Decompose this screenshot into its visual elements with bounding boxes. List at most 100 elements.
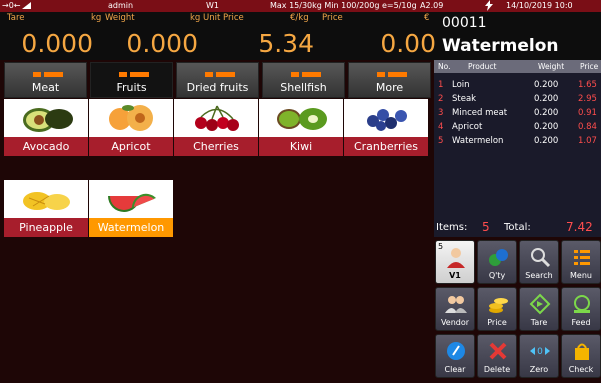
item-watermelon[interactable]: Watermelon	[89, 180, 173, 237]
button-label: Menu	[570, 271, 592, 280]
button-label: Vendor	[440, 318, 470, 327]
row-price: 1.07	[578, 136, 597, 146]
category-label: Meat	[31, 81, 60, 94]
items-label: Items:	[436, 222, 468, 233]
row-price: 0.91	[578, 108, 597, 118]
avocado-image	[4, 99, 88, 137]
item-kiwi[interactable]: Kiwi	[259, 99, 343, 156]
weight-label: Weight	[105, 13, 135, 23]
row-weight: 0.200	[534, 108, 559, 118]
menu-button[interactable]: Menu	[561, 240, 601, 284]
item-pineapple[interactable]: Pineapple	[4, 180, 88, 237]
header-price: Price	[580, 62, 599, 71]
price-unit: €	[424, 13, 430, 23]
item-label: Kiwi	[259, 137, 343, 156]
tare-button[interactable]: Tare	[519, 287, 559, 331]
category-label: More	[375, 81, 404, 94]
check-icon	[575, 343, 589, 360]
header-weight: Weight	[538, 62, 565, 71]
item-cherries[interactable]: Cherries	[174, 99, 258, 156]
user-name: admin	[108, 1, 134, 10]
header-no: No.	[438, 62, 451, 71]
weight-display: Tare kg Weight kg Unit Price €/kg Price …	[0, 12, 436, 60]
feed-button[interactable]: Feed	[561, 287, 601, 331]
total-value: 7.42	[566, 220, 593, 234]
price-button[interactable]: Price	[477, 287, 517, 331]
row-product: Apricot	[452, 122, 483, 132]
button-label: Delete	[483, 365, 511, 374]
row-no: 2	[438, 94, 444, 104]
header-product: Product	[468, 62, 497, 71]
search-button[interactable]: Search	[519, 240, 559, 284]
row-price: 2.95	[578, 94, 597, 104]
item-label: Apricot	[89, 137, 173, 156]
button-label: Search	[525, 271, 553, 280]
category-fruits[interactable]: Fruits	[90, 62, 173, 98]
list-item[interactable]: 4 Apricot 0.200 0.84	[434, 122, 601, 135]
row-weight: 0.200	[534, 80, 559, 90]
category-icon	[291, 72, 321, 77]
category-label: Fruits	[116, 81, 147, 94]
operator-v1-button[interactable]: 5 V1	[435, 240, 475, 284]
list-item[interactable]: 3 Minced meat 0.200 0.91	[434, 108, 601, 121]
item-avocado[interactable]: Avocado	[4, 99, 88, 156]
row-price: 1.65	[578, 80, 597, 90]
row-product: Steak	[452, 94, 477, 104]
item-label: Pineapple	[4, 218, 88, 237]
item-label: Cranberries	[344, 137, 428, 156]
svg-text:0: 0	[537, 347, 543, 357]
row-weight: 0.200	[534, 94, 559, 104]
row-no: 5	[438, 136, 444, 146]
delete-icon	[489, 342, 507, 360]
firmware-code: A2.09	[420, 1, 444, 10]
weight-value: 0.000	[126, 29, 198, 58]
item-label: Watermelon	[89, 218, 173, 237]
list-item[interactable]: 2 Steak 0.200 2.95	[434, 94, 601, 107]
row-product: Minced meat	[452, 108, 508, 118]
check-button[interactable]: Check	[561, 334, 601, 378]
category-more[interactable]: More	[348, 62, 431, 98]
category-icon	[205, 72, 235, 77]
scale-range: Max 15/30kg Min 100/200g e=5/10g	[270, 1, 417, 10]
item-label: Avocado	[4, 137, 88, 156]
list-item[interactable]: 1 Loin 0.200 1.65	[434, 80, 601, 93]
button-label: Clear	[444, 365, 466, 374]
vendor-icon	[445, 296, 467, 313]
vendor-button[interactable]: Vendor	[435, 287, 475, 331]
menu-icon	[574, 250, 590, 265]
device-name: W1	[206, 1, 219, 10]
unit-price-label: Unit Price	[203, 13, 244, 23]
row-weight: 0.200	[534, 136, 559, 146]
item-apricot[interactable]: Apricot	[89, 99, 173, 156]
item-cranberries[interactable]: Cranberries	[344, 99, 428, 156]
coins-icon	[489, 298, 508, 313]
total-label: Total:	[504, 222, 531, 233]
button-label: Price	[487, 318, 507, 327]
delete-button[interactable]: Delete	[477, 334, 517, 378]
category-shellfish[interactable]: Shellfish	[262, 62, 345, 98]
category-icon	[119, 72, 149, 77]
apricot-image	[89, 99, 173, 137]
price-label: Price	[322, 13, 343, 23]
tare-icon	[529, 293, 551, 315]
list-item[interactable]: 5 Watermelon 0.200 1.07	[434, 136, 601, 149]
button-label: Tare	[530, 318, 548, 327]
button-label: Q'ty	[488, 271, 506, 280]
button-label: V1	[449, 271, 461, 280]
datetime: 14/10/2019 10:0	[506, 1, 573, 10]
user-icon	[447, 248, 465, 268]
row-weight: 0.200	[534, 122, 559, 132]
totals-bar: Items: 5 Total: 7.42	[434, 220, 601, 236]
qty-button[interactable]: Q'ty	[477, 240, 517, 284]
feed-icon	[574, 295, 590, 313]
row-product: Watermelon	[452, 136, 504, 146]
tare-unit: kg	[91, 13, 102, 23]
category-meat[interactable]: Meat	[4, 62, 87, 98]
clear-button[interactable]: Clear	[435, 334, 475, 378]
button-label: Check	[568, 365, 594, 374]
zero-button[interactable]: 0 Zero	[519, 334, 559, 378]
category-dried-fruits[interactable]: Dried fruits	[176, 62, 259, 98]
transaction-list: No. Product Weight Price 1 Loin 0.200 1.65 …	[434, 60, 601, 237]
button-label: Feed	[571, 318, 591, 327]
button-label: Zero	[529, 365, 549, 374]
